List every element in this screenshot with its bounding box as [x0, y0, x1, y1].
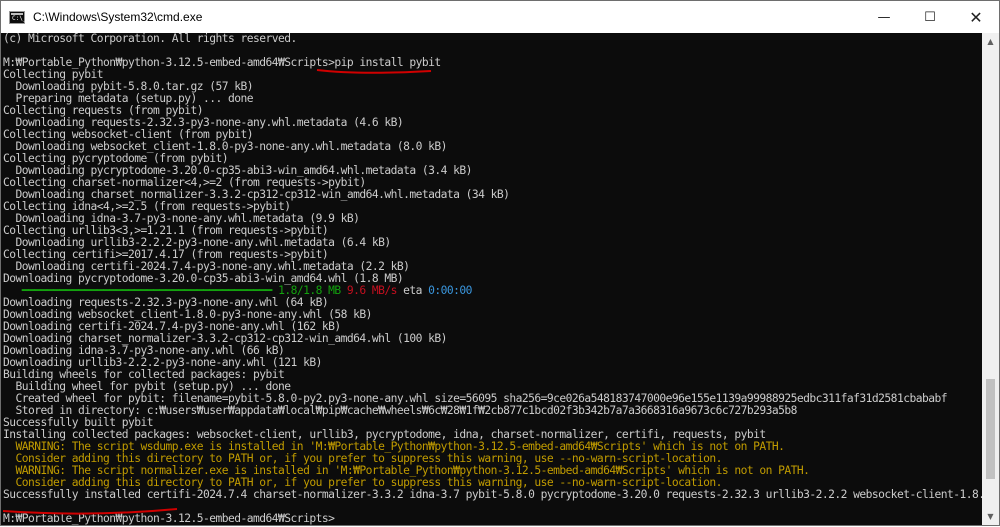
cmd-icon: C:\_: [9, 10, 27, 24]
console-line: M:₩Portable_Python₩python-3.12.5-embed-a…: [3, 513, 983, 525]
console-line: M:₩Portable_Python₩python-3.12.5-embed-a…: [3, 57, 983, 69]
maximize-button[interactable]: ☐: [907, 1, 953, 33]
console-line: (c) Microsoft Corporation. All rights re…: [3, 33, 983, 45]
console-text: (c) Microsoft Corporation. All rights re…: [3, 33, 297, 45]
console-text: eta: [396, 284, 429, 297]
title-bar[interactable]: C:\_ C:\Windows\System32\cmd.exe — ☐ ✕: [1, 1, 999, 33]
cmd-window: C:\_ C:\Windows\System32\cmd.exe — ☐ ✕ (…: [0, 0, 1000, 526]
minimize-button[interactable]: —: [861, 1, 907, 33]
scroll-down-arrow-icon[interactable]: ▼: [982, 508, 999, 525]
window-title: C:\Windows\System32\cmd.exe: [33, 10, 203, 24]
scrollbar-thumb[interactable]: [986, 378, 995, 480]
console-text: 0:00:00: [428, 284, 472, 297]
console-text: 9.6 MB/s: [346, 284, 398, 297]
console-text: M:₩Portable_Python₩python-3.12.5-embed-a…: [3, 512, 335, 525]
close-button[interactable]: ✕: [953, 1, 999, 33]
console-text: Successfully installed certifi-2024.7.4 …: [3, 488, 983, 501]
vertical-scrollbar[interactable]: ▲ ▼: [982, 33, 999, 525]
console-output[interactable]: (c) Microsoft Corporation. All rights re…: [1, 33, 983, 525]
console-line: Successfully installed certifi-2024.7.4 …: [3, 489, 983, 501]
scroll-up-arrow-icon[interactable]: ▲: [982, 33, 999, 50]
cmd-icon-prompt: C:\_: [12, 14, 27, 22]
